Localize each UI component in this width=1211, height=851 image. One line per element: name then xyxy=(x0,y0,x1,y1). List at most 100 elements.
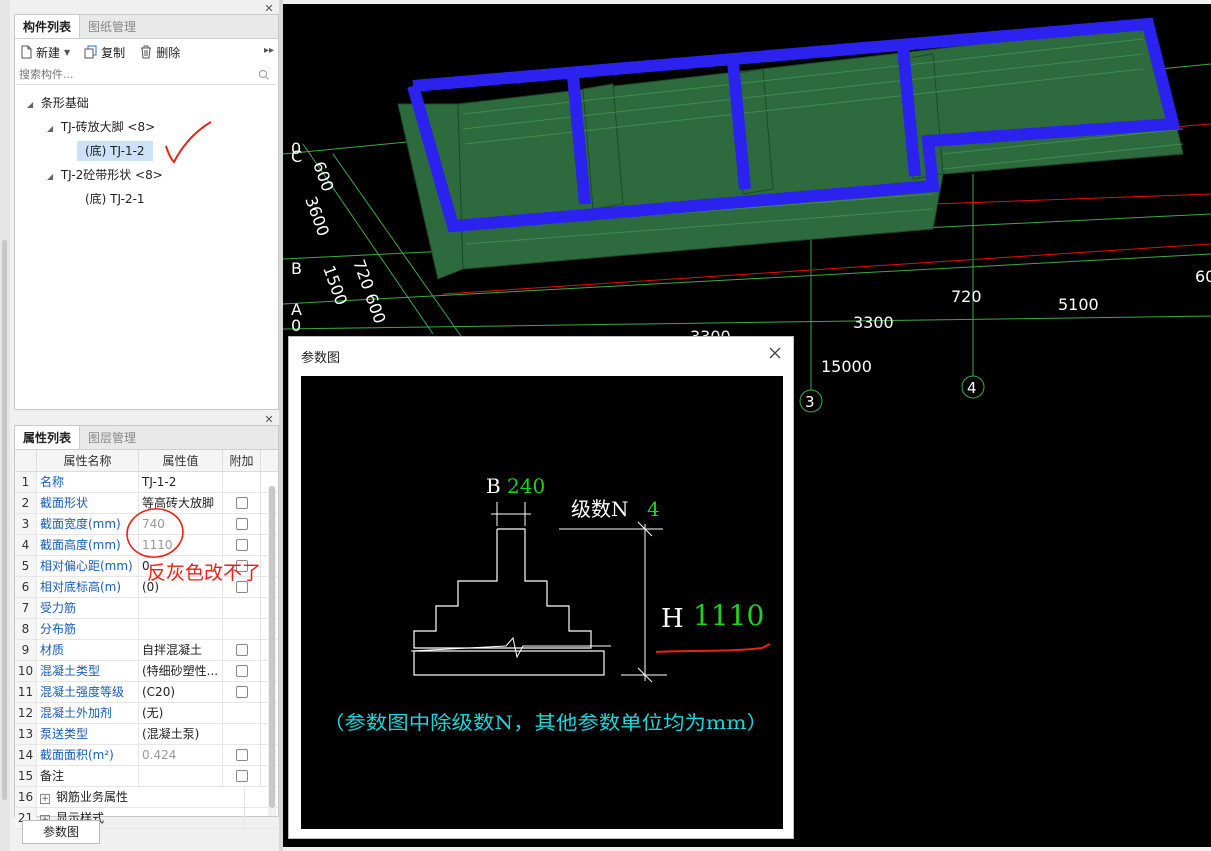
property-value[interactable]: 等高砖大放脚 xyxy=(139,493,223,513)
header-name: 属性名称 xyxy=(37,450,139,471)
property-value[interactable]: (无) xyxy=(139,703,223,723)
axis-0-label-top: 0 xyxy=(291,139,301,158)
property-extra xyxy=(223,703,261,723)
row-index: 12 xyxy=(15,703,37,723)
property-row[interactable]: 14 截面面积(m²) 0.424 xyxy=(15,745,278,766)
dim-720-left: 720 xyxy=(349,257,377,292)
property-name: 截面形状 xyxy=(37,493,139,513)
property-extra xyxy=(223,640,261,660)
tree-group[interactable]: ◢ TJ-2砼带形状 <8> xyxy=(15,163,278,187)
dim-600-top: 600 xyxy=(309,159,337,194)
delete-button[interactable]: 删除 xyxy=(139,44,180,61)
property-name: 截面宽度(mm) xyxy=(37,514,139,534)
property-row[interactable]: 11 混凝土强度等级 (C20) xyxy=(15,682,278,703)
property-extra xyxy=(223,724,261,744)
property-tabs: 属性列表 图层管理 xyxy=(15,426,278,450)
property-value[interactable] xyxy=(139,766,223,786)
attach-checkbox[interactable] xyxy=(235,686,248,698)
property-value[interactable] xyxy=(139,619,223,639)
property-value[interactable]: (C20) xyxy=(139,682,223,702)
chevron-down-icon[interactable]: ▼ xyxy=(64,48,70,57)
expand-icon[interactable]: ◢ xyxy=(47,117,57,141)
new-button[interactable]: 新建 ▼ xyxy=(19,44,70,61)
tree-item-selected[interactable]: (底) TJ-1-2 xyxy=(15,139,278,163)
property-name: 相对偏心距(mm) xyxy=(37,556,139,576)
property-scroll-thumb[interactable] xyxy=(269,486,275,808)
property-name: 混凝土外加剂 xyxy=(37,703,139,723)
param-diagram-svg: B 240 级数N 4 H 1110 （参数图中除级数N，其他参数单位均为mm） xyxy=(323,474,768,734)
search-icon[interactable] xyxy=(258,69,270,81)
property-row[interactable]: 16 + 钢筋业务属性 xyxy=(15,787,278,808)
property-row[interactable]: 15 备注 xyxy=(15,766,278,787)
property-row[interactable]: 2 截面形状 等高砖大放脚 xyxy=(15,493,278,514)
attach-checkbox[interactable] xyxy=(235,644,248,656)
property-extra xyxy=(223,598,261,618)
tree-item[interactable]: (底) TJ-2-1 xyxy=(15,187,278,211)
property-value[interactable]: (特细砂塑性... xyxy=(139,661,223,681)
attach-checkbox[interactable] xyxy=(235,497,248,509)
n-label: 级数N xyxy=(571,497,629,521)
tab-drawing-management[interactable]: 图纸管理 xyxy=(80,15,144,38)
copy-button[interactable]: 复制 xyxy=(84,44,125,61)
annotation-text: 反灰色改不了 xyxy=(147,562,262,584)
property-panel: ✕ 属性列表 图层管理 属性名称 属性值 附加 1 名称 TJ-1-2 2 截面形状 等高… xyxy=(14,414,279,829)
tab-property-list[interactable]: 属性列表 xyxy=(15,426,81,449)
property-extra xyxy=(223,514,261,534)
property-row[interactable]: 13 泵送类型 (混凝土泵) xyxy=(15,724,278,745)
property-row[interactable]: 3 截面宽度(mm) 740 xyxy=(15,514,278,535)
left-edge-thumb[interactable] xyxy=(2,240,7,800)
new-file-icon xyxy=(21,45,32,59)
attach-checkbox[interactable] xyxy=(235,749,248,761)
attach-checkbox[interactable] xyxy=(235,665,248,677)
property-value[interactable]: 自拌混凝土 xyxy=(139,640,223,660)
component-toolbar: 新建 ▼ 复制 删除 ▸▸ xyxy=(15,39,278,65)
attach-checkbox[interactable] xyxy=(235,518,248,530)
expand-plus-icon[interactable]: + xyxy=(40,794,50,804)
h-label: H xyxy=(661,604,684,634)
expand-icon[interactable]: ◢ xyxy=(47,165,57,189)
property-row[interactable]: 4 截面高度(mm) 1110 xyxy=(15,535,278,556)
row-index: 1 xyxy=(15,472,37,492)
n-value: 4 xyxy=(647,497,660,521)
close-icon[interactable] xyxy=(767,345,783,361)
search-bar xyxy=(17,65,276,85)
property-value[interactable] xyxy=(139,598,223,618)
property-value[interactable]: 0.424 xyxy=(139,745,223,765)
tree-group[interactable]: ◢ TJ-砖放大脚 <8> xyxy=(15,115,278,139)
left-edge-scrollbar[interactable] xyxy=(0,0,10,851)
property-extra xyxy=(223,745,261,765)
attach-checkbox[interactable] xyxy=(235,539,248,551)
property-value[interactable]: (混凝土泵) xyxy=(139,724,223,744)
property-row[interactable]: 9 材质 自拌混凝土 xyxy=(15,640,278,661)
property-name: 备注 xyxy=(37,766,139,786)
row-index: 2 xyxy=(15,493,37,513)
row-index: 11 xyxy=(15,682,37,702)
property-row[interactable]: 10 混凝土类型 (特细砂塑性... xyxy=(15,661,278,682)
tab-layer-management[interactable]: 图层管理 xyxy=(80,426,144,449)
param-diagram-button[interactable]: 参数图 xyxy=(22,820,100,844)
dim-600-bottom: 600 xyxy=(361,291,389,326)
tree-item-label: (底) TJ-2-1 xyxy=(85,192,145,206)
property-value[interactable]: 1110 xyxy=(139,535,223,555)
close-icon[interactable]: ✕ xyxy=(263,414,275,426)
search-input[interactable] xyxy=(17,68,247,81)
property-row[interactable]: 1 名称 TJ-1-2 xyxy=(15,472,278,493)
axis-bubble-3: 3 xyxy=(799,389,823,413)
header-extra: 附加 xyxy=(223,450,261,471)
attach-checkbox[interactable] xyxy=(235,770,248,782)
property-row[interactable]: 7 受力筋 xyxy=(15,598,278,619)
property-name: 混凝土类型 xyxy=(37,661,139,681)
dialog-title: 参数图 xyxy=(301,351,341,366)
tab-component-list[interactable]: 构件列表 xyxy=(15,15,81,38)
property-value[interactable]: TJ-1-2 xyxy=(139,472,223,492)
property-row[interactable]: 8 分布筋 xyxy=(15,619,278,640)
property-value[interactable]: 740 xyxy=(139,514,223,534)
tree-root[interactable]: ◢ 条形基础 xyxy=(15,91,278,115)
expand-icon[interactable]: ◢ xyxy=(27,93,37,117)
more-icon[interactable]: ▸▸ xyxy=(264,45,274,56)
property-scrollbar[interactable] xyxy=(268,486,276,816)
property-row[interactable]: 12 混凝土外加剂 (无) xyxy=(15,703,278,724)
row-index: 5 xyxy=(15,556,37,576)
close-icon[interactable]: ✕ xyxy=(263,3,275,15)
property-name: 名称 xyxy=(37,472,139,492)
